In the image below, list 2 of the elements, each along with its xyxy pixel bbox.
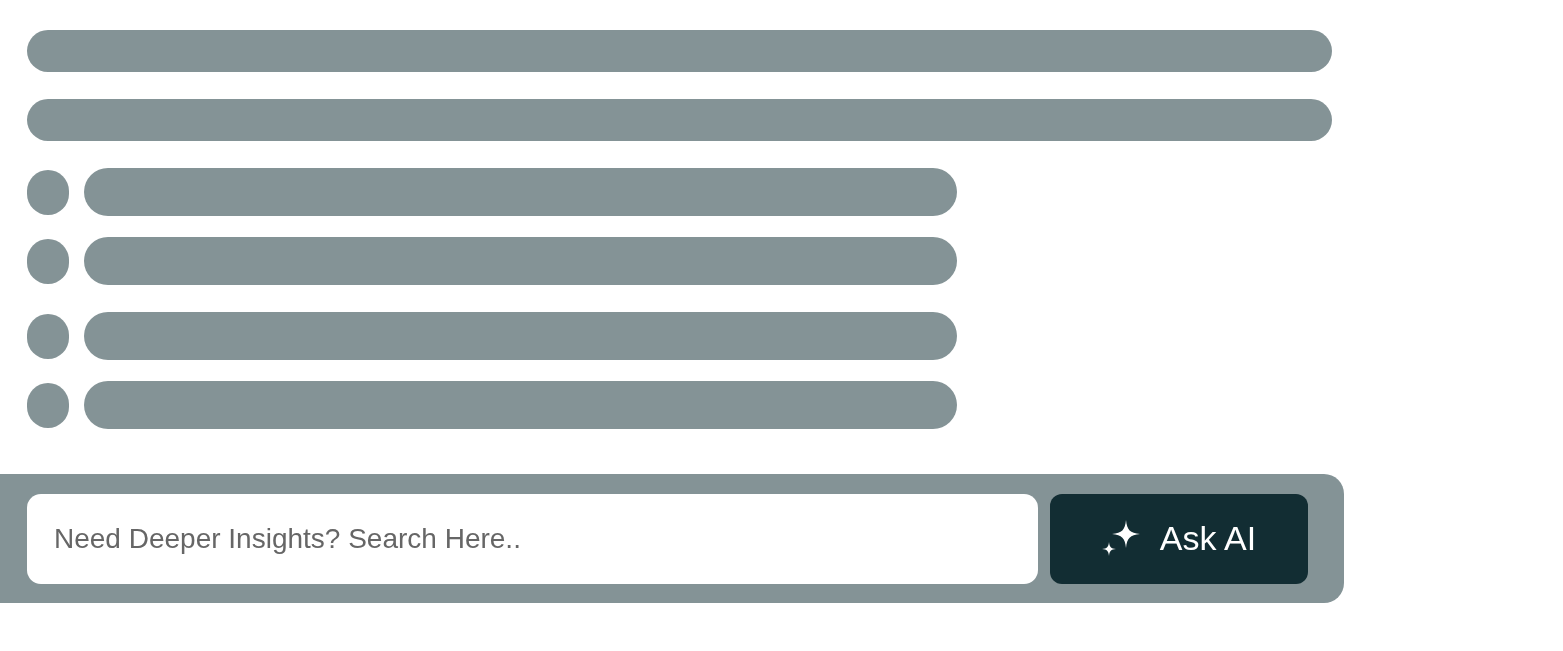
search-field[interactable]: Need Deeper Insights? Search Here.. <box>27 493 1038 584</box>
ask-ai-button[interactable]: Ask AI <box>1050 493 1308 584</box>
